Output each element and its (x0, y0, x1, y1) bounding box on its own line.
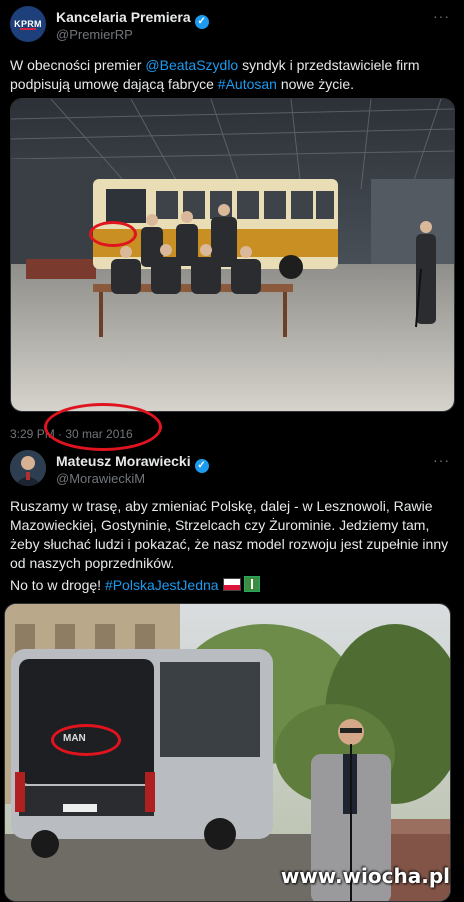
tweet-text-hashtag-line: No to w drogę! #PolskaJestJedna (10, 576, 450, 595)
annotation-circle-man-logo (51, 724, 121, 756)
photo-factory-signing[interactable] (10, 98, 455, 412)
text-part: W obecności premier (10, 57, 146, 73)
tweet-text-paragraph: Ruszamy w trasę, aby zmieniać Polskę, da… (10, 498, 449, 571)
hashtag-link[interactable]: #Autosan (218, 76, 277, 92)
author-name-text: Kancelaria Premiera (56, 9, 191, 25)
more-icon[interactable]: ··· (433, 8, 450, 24)
tweet-text: W obecności premier @BeataSzydlo syndyk … (10, 56, 450, 94)
mention-link[interactable]: @BeataSzydlo (145, 57, 238, 73)
author-handle[interactable]: @PremierRP (56, 27, 133, 42)
avatar-portrait-icon (10, 450, 46, 486)
poland-flag-icon (222, 578, 241, 591)
text-part: nowe życie. (276, 76, 355, 92)
watermark: www.wiocha.pl (280, 864, 450, 888)
verified-badge-icon: ✓ (194, 15, 209, 29)
photo-bus-campaign[interactable]: MAN (4, 603, 451, 902)
author-name[interactable]: Mateusz Morawiecki ✓ (56, 453, 209, 473)
text-part: No to w drogę! (10, 577, 105, 593)
verified-badge-icon: ✓ (194, 459, 209, 473)
author-name-text: Mateusz Morawiecki (56, 453, 191, 469)
hashtag-link[interactable]: #PolskaJestJedna (105, 577, 219, 593)
annotation-circle-bus-logo (89, 221, 137, 247)
more-icon[interactable]: ··· (433, 452, 450, 468)
author-handle[interactable]: @MorawieckiM (56, 471, 145, 486)
avatar-stripe (20, 28, 36, 30)
road-icon (243, 576, 260, 592)
tweet-morawiecki: Mateusz Morawiecki ✓ @MorawieckiM ··· Rus… (0, 445, 464, 902)
factory-illustration (11, 99, 454, 411)
author-name[interactable]: Kancelaria Premiera ✓ (56, 9, 209, 29)
tweet-kancelaria: KPRM Kancelaria Premiera ✓ @PremierRP ···… (0, 0, 464, 451)
avatar-kprm[interactable]: KPRM (10, 6, 46, 42)
avatar-morawiecki[interactable] (10, 450, 46, 486)
annotation-circle-date (44, 403, 162, 451)
